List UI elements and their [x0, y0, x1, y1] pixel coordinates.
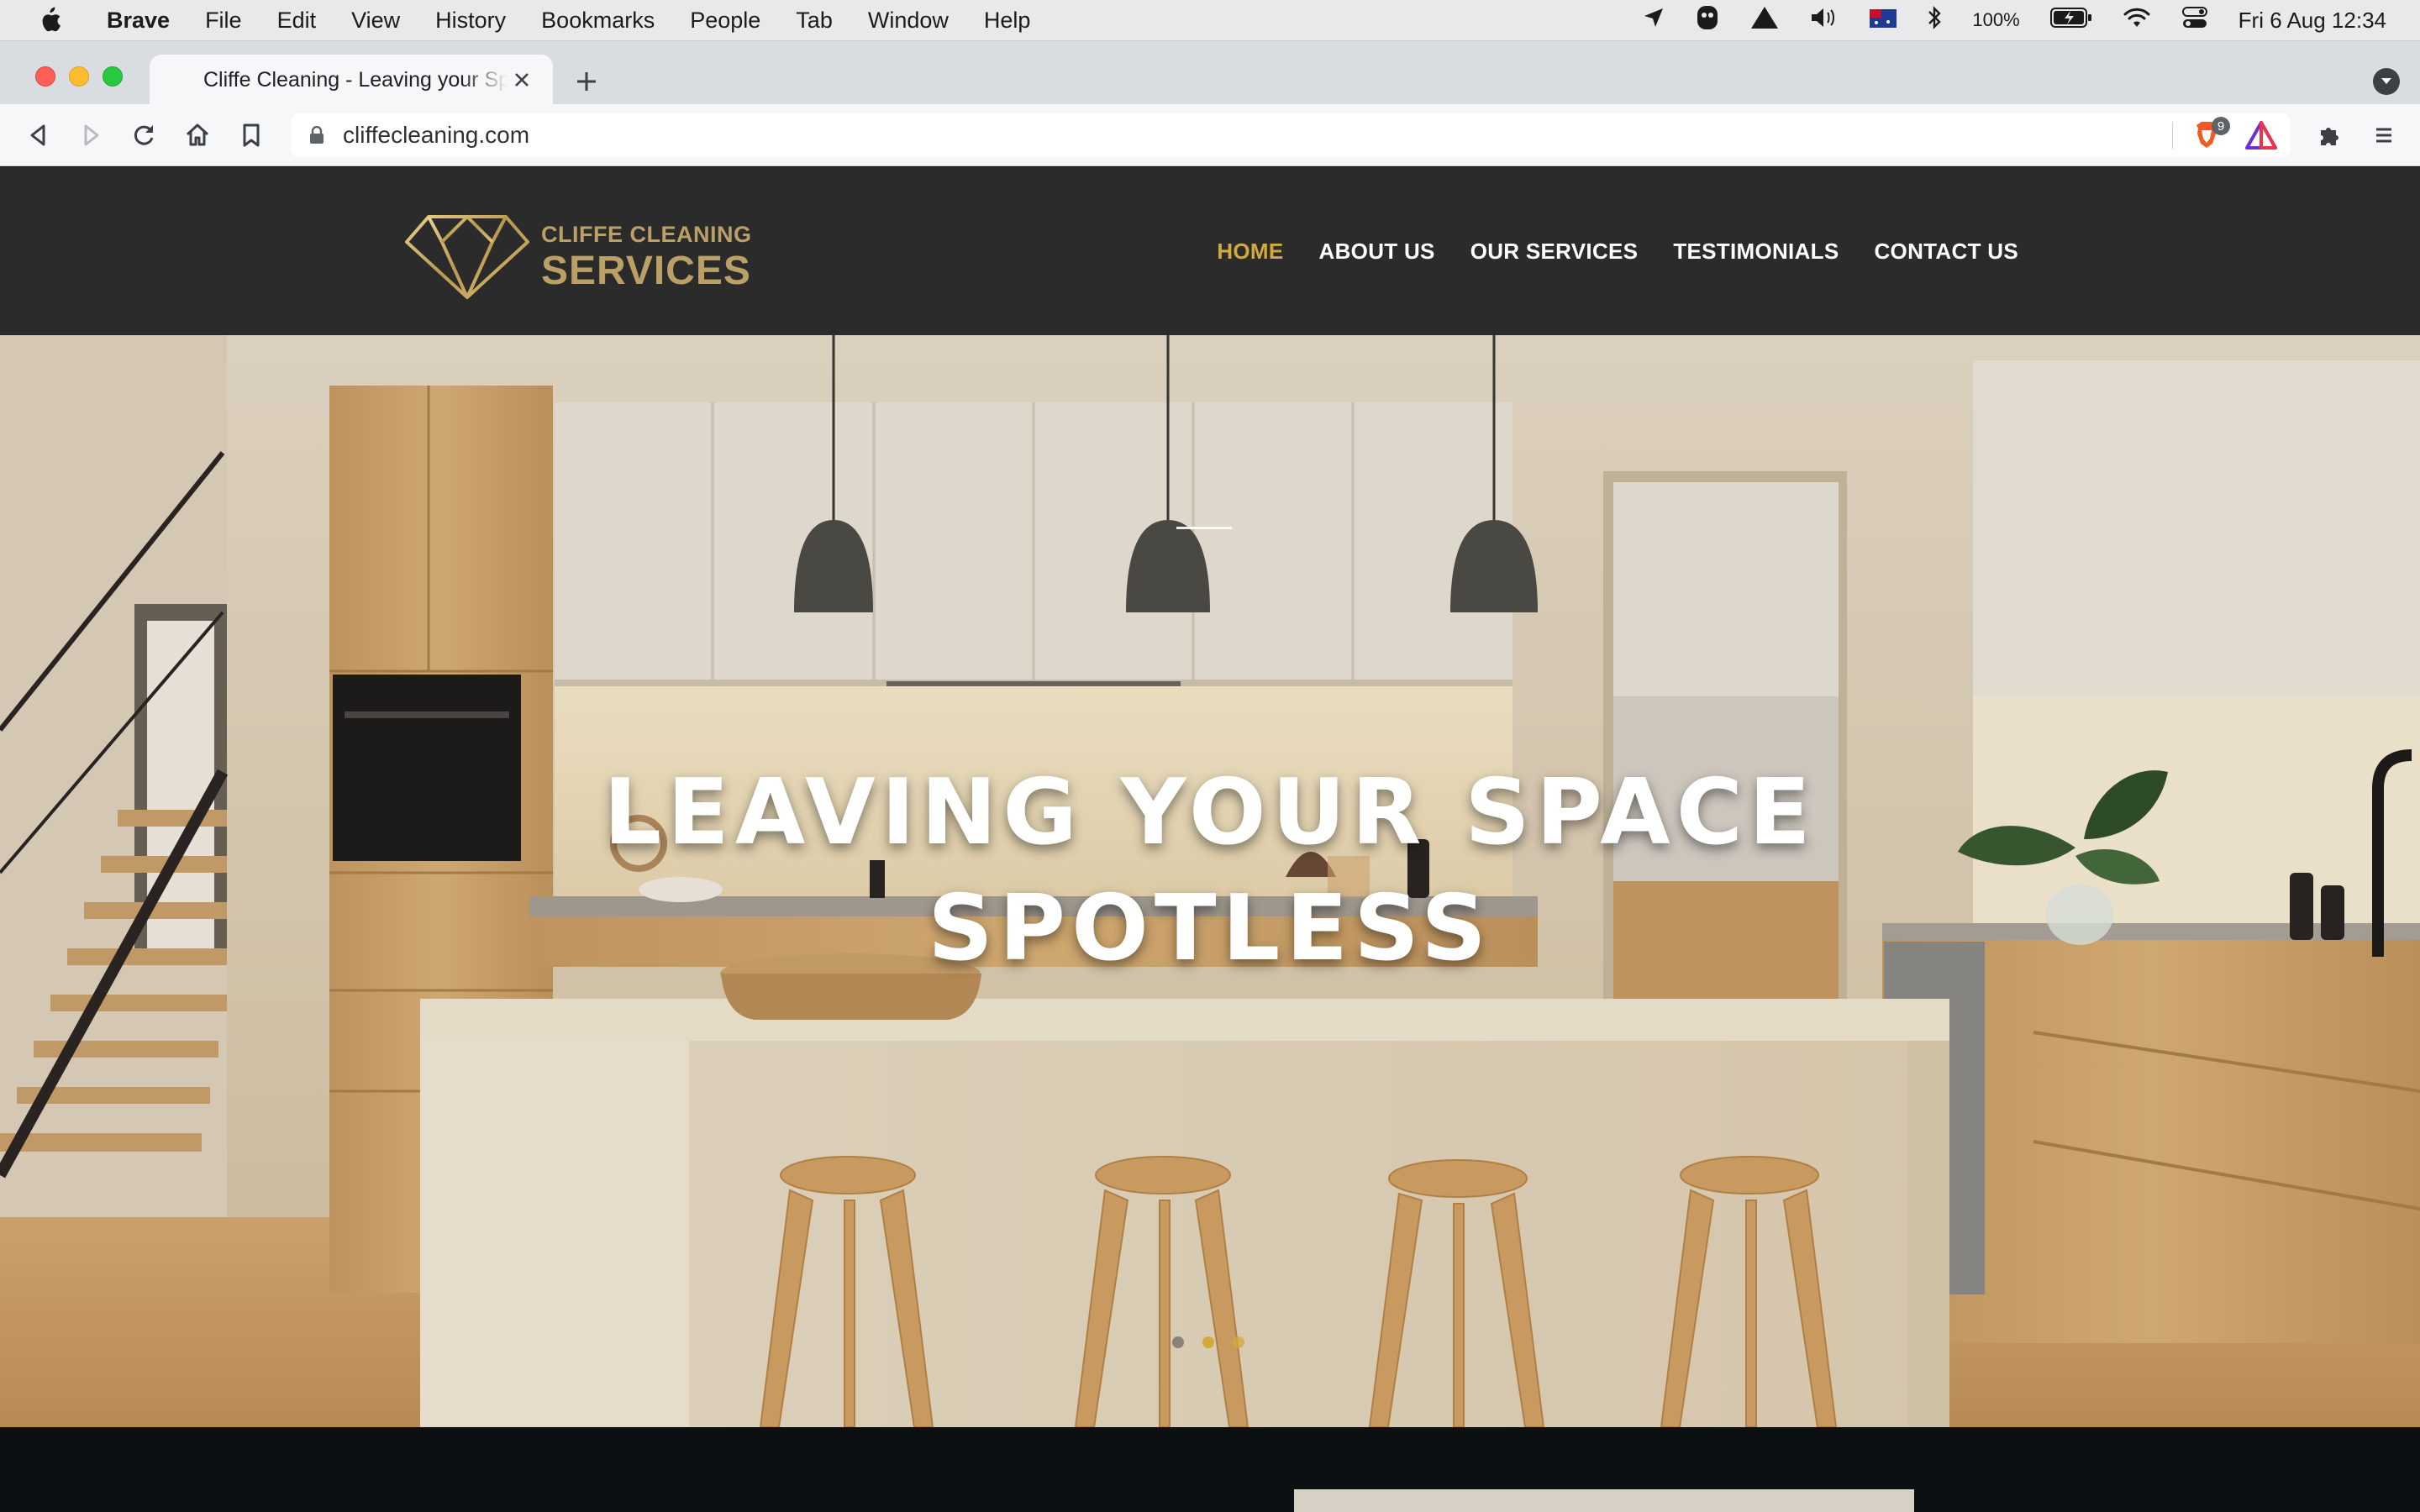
browser-tab-active[interactable]: Cliffe Cleaning - Leaving your Space Spo…	[150, 55, 553, 105]
brave-rewards-icon[interactable]	[2245, 120, 2277, 150]
clock[interactable]: Fri 6 Aug 12:34	[2238, 8, 2386, 34]
site-header: CLIFFE CLEANING SERVICES HOME ABOUT US O…	[0, 167, 2420, 335]
battery-percent: 100%	[1972, 9, 2020, 30]
hero-headline-line1: LEAVING YOUR SPACE	[603, 760, 1817, 865]
nav-contact-us[interactable]: CONTACT US	[1874, 239, 2018, 265]
hero-slider: LEAVING YOUR SPACE SPOTLESS	[0, 335, 2420, 1427]
macos-menu-bar: Brave File Edit View History Bookmarks P…	[0, 0, 2420, 40]
next-section-image	[1294, 1489, 1914, 1512]
nav-home[interactable]: HOME	[1217, 239, 1283, 265]
apple-menu-icon[interactable]	[35, 6, 64, 34]
bluetooth-icon[interactable]	[1927, 5, 1942, 36]
wifi-icon[interactable]	[2123, 7, 2151, 34]
next-section	[0, 1427, 2420, 1512]
slider-dot[interactable]	[1172, 1336, 1184, 1348]
menu-tab[interactable]: Tab	[796, 8, 833, 34]
tab-search-button[interactable]	[2373, 68, 2400, 95]
browser-toolbar: cliffecleaning.com 9	[0, 104, 2420, 166]
nav-our-services[interactable]: OUR SERVICES	[1470, 239, 1639, 265]
window-fullscreen-button[interactable]	[103, 66, 123, 87]
new-tab-button[interactable]	[571, 66, 602, 97]
tab-title: Cliffe Cleaning - Leaving your Space Spo…	[203, 67, 508, 92]
logo-text-line1: CLIFFE CLEANING	[541, 221, 752, 247]
back-button[interactable]	[22, 119, 54, 151]
bookmark-button[interactable]	[235, 119, 267, 151]
slider-pagination	[1172, 1336, 1244, 1348]
nav-about-us[interactable]: ABOUT US	[1319, 239, 1435, 265]
browser-menu-icon[interactable]	[2368, 119, 2400, 151]
reload-button[interactable]	[128, 119, 160, 151]
tab-close-icon[interactable]	[508, 66, 536, 94]
hero-headline: LEAVING YOUR SPACE SPOTLESS	[0, 755, 2420, 987]
menu-help[interactable]: Help	[984, 8, 1031, 34]
menu-history[interactable]: History	[435, 8, 506, 34]
menu-file[interactable]: File	[205, 8, 242, 34]
shields-blocked-count: 9	[2212, 117, 2230, 135]
menu-bookmarks[interactable]: Bookmarks	[541, 8, 655, 34]
address-bar[interactable]: cliffecleaning.com 9	[291, 113, 2291, 157]
menu-app-name[interactable]: Brave	[107, 8, 170, 34]
browser-tab-strip: Cliffe Cleaning - Leaving your Space Spo…	[0, 40, 2420, 105]
forward-button[interactable]	[76, 119, 108, 151]
diamond-logo-icon	[405, 215, 529, 299]
window-minimize-button[interactable]	[69, 66, 89, 87]
main-navigation: HOME ABOUT US OUR SERVICES TESTIMONIALS …	[1217, 167, 2018, 335]
triangle-app-icon[interactable]	[1750, 6, 1779, 35]
input-source-flag-icon[interactable]	[1870, 8, 1897, 34]
extensions-puzzle-icon[interactable]	[2314, 119, 2346, 151]
lock-icon[interactable]	[309, 125, 326, 145]
logo-text-line2: SERVICES	[541, 248, 751, 293]
menu-window[interactable]: Window	[868, 8, 949, 34]
nav-testimonials[interactable]: TESTIMONIALS	[1673, 239, 1839, 265]
hero-divider-line	[1176, 527, 1232, 529]
menu-people[interactable]: People	[690, 8, 760, 34]
menu-view[interactable]: View	[351, 8, 400, 34]
menu-edit[interactable]: Edit	[277, 8, 317, 34]
volume-icon[interactable]	[1809, 6, 1839, 35]
status-area: 100% Fri 6 Aug 12:34	[1643, 0, 2386, 40]
ghost-app-icon[interactable]	[1695, 4, 1720, 37]
brave-shields-button[interactable]: 9	[2191, 117, 2230, 150]
location-arrow-icon[interactable]	[1643, 7, 1665, 34]
slider-dot[interactable]	[1233, 1336, 1244, 1348]
slider-dot[interactable]	[1202, 1336, 1214, 1348]
site-logo[interactable]: CLIFFE CLEANING SERVICES	[403, 213, 752, 301]
hero-headline-line2: SPOTLESS	[928, 876, 1492, 981]
home-button[interactable]	[182, 119, 213, 151]
address-bar-divider	[2172, 122, 2173, 149]
window-close-button[interactable]	[35, 66, 55, 87]
url-text[interactable]: cliffecleaning.com	[343, 122, 529, 149]
battery-icon[interactable]	[2049, 7, 2092, 34]
control-center-icon[interactable]	[2181, 6, 2208, 35]
